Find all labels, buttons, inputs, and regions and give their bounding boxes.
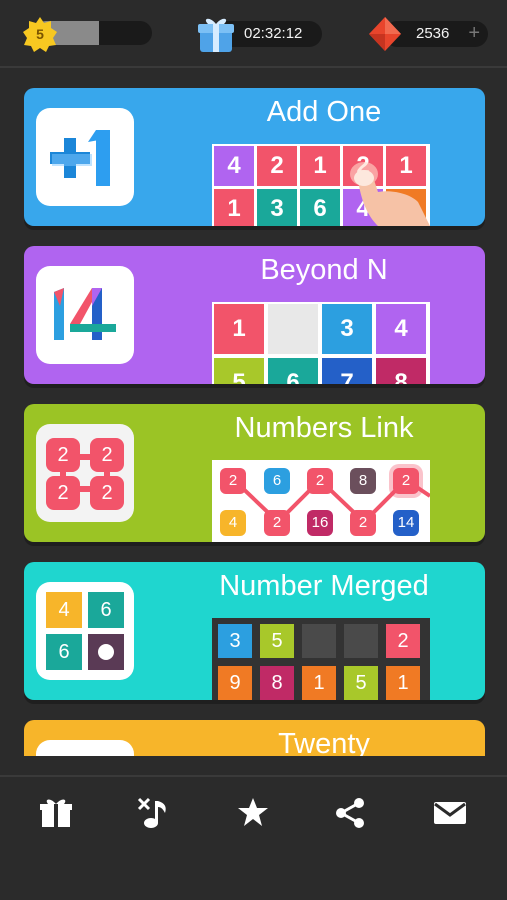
preview-cell: 5: [260, 624, 294, 658]
preview-cell: 6: [268, 358, 318, 384]
gift-icon[interactable]: [38, 795, 74, 831]
top-status-bar: 5 02:32:12 2536 +: [0, 0, 507, 68]
numbers-link-preview: 2 6 2 8 2 4 2 16 2 14: [212, 460, 430, 542]
beyond-n-preview: 1 3 4 5 6 7 8: [212, 302, 430, 384]
preview-cell: 4: [214, 146, 254, 186]
mail-icon[interactable]: [432, 795, 468, 831]
preview-cell: 2: [386, 624, 420, 658]
preview-cell: 8: [376, 358, 426, 384]
mode-title: Twenty: [278, 728, 370, 756]
level-number: 5: [36, 26, 44, 42]
mode-title: Numbers Link: [234, 412, 414, 444]
icon-cell: 2: [90, 476, 124, 510]
preview-cell: 2: [220, 468, 246, 494]
icon-cell: 4: [46, 592, 82, 628]
preview-cell: 4: [376, 304, 426, 354]
beyond-n-icon: [36, 266, 134, 364]
mode-title: Number Merged: [219, 570, 429, 602]
add-one-preview: 4 2 1 2 1 1 3 6 4 1: [212, 144, 430, 226]
number-merged-icon: 4 6 6: [36, 582, 134, 680]
preview-cell: 2: [257, 146, 297, 186]
icon-cell: 2: [46, 438, 80, 472]
preview-cell: 5: [214, 358, 264, 384]
icon-cell: 2: [46, 476, 80, 510]
numbers-link-icon: 2 2 2 2: [36, 424, 134, 522]
preview-cell-empty: [344, 624, 378, 658]
add-one-icon: [36, 108, 134, 206]
preview-cell: 8: [350, 468, 376, 494]
preview-cell: 3: [322, 304, 372, 354]
gem-icon: [369, 17, 401, 51]
mode-card-number-merged[interactable]: 4 6 6 Number Merged 3 5 2 9 8 1 5 1: [24, 562, 485, 700]
preview-cell: 2: [264, 510, 290, 536]
icon-cell: 2: [90, 438, 124, 472]
preview-cell: 1: [300, 146, 340, 186]
preview-cell: 6: [300, 189, 340, 226]
daily-gift-icon[interactable]: [196, 14, 236, 54]
timer-text: 02:32:12: [244, 25, 303, 42]
preview-cell: 7: [322, 358, 372, 384]
number-merged-preview: 3 5 2 9 8 1 5 1: [212, 618, 430, 700]
preview-cell: 4: [220, 510, 246, 536]
mode-title: Beyond N: [260, 254, 388, 286]
preview-cell: 2: [350, 510, 376, 536]
mode-title: Add One: [266, 96, 382, 128]
mode-card-add-one[interactable]: Add One 4 2 1 2 1 1 3 6 4 1: [24, 88, 485, 226]
mode-card-beyond-n[interactable]: Beyond N 1 3 4 5 6 7 8: [24, 246, 485, 384]
preview-cell-empty: [268, 304, 318, 354]
preview-cell: 1: [302, 666, 336, 700]
preview-cell: 1: [214, 304, 264, 354]
preview-cell: 6: [264, 468, 290, 494]
gem-count: 2536: [416, 25, 450, 42]
mode-card-numbers-link[interactable]: 2 2 2 2 Numbers Link 2 6 2 8 2 4 2 16 2 …: [24, 404, 485, 542]
preview-cell: 3: [218, 624, 252, 658]
preview-cell: 3: [257, 189, 297, 226]
preview-cell: 8: [260, 666, 294, 700]
preview-cell-empty: [302, 624, 336, 658]
preview-cell: 14: [393, 510, 419, 536]
icon-cell-empty: [88, 634, 124, 670]
add-gems-button[interactable]: +: [468, 21, 480, 45]
preview-cell: 16: [307, 510, 333, 536]
game-mode-list[interactable]: Add One 4 2 1 2 1 1 3 6 4 1: [0, 68, 507, 756]
cursor-dot-icon: [98, 644, 114, 660]
preview-cell: 1: [214, 189, 254, 226]
icon-cell: 6: [46, 634, 82, 670]
preview-cell: 2: [307, 468, 333, 494]
bottom-nav: [0, 775, 507, 900]
star-icon[interactable]: [235, 795, 271, 831]
share-icon[interactable]: [332, 795, 368, 831]
preview-cell: 1: [386, 666, 420, 700]
mode-card-twenty[interactable]: Twenty: [24, 720, 485, 756]
music-mute-icon[interactable]: [135, 795, 171, 831]
preview-cell: 2: [393, 468, 419, 494]
preview-cell: 5: [344, 666, 378, 700]
icon-cell: 6: [88, 592, 124, 628]
preview-cell: 9: [218, 666, 252, 700]
tap-hand-icon: [350, 162, 430, 226]
twenty-icon: [36, 740, 134, 756]
